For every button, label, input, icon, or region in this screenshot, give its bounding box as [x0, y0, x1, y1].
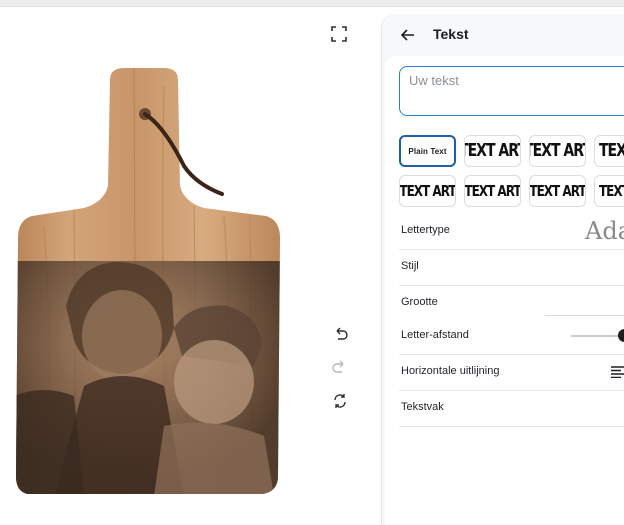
size-row[interactable]: Grootte — [399, 286, 624, 322]
redo-icon — [332, 360, 344, 373]
style-text-art-3[interactable]: TEXT — [594, 135, 624, 167]
style-text-art-1[interactable]: TEXT ART — [464, 135, 521, 167]
rotate-button[interactable] — [327, 388, 353, 414]
align-left-icon[interactable] — [611, 366, 624, 378]
letter-spacing-row: Letter-afstand — [399, 319, 624, 355]
style-text-art-7[interactable]: TEXT — [594, 175, 624, 207]
size-input-underline[interactable] — [545, 315, 624, 316]
font-label: Lettertype — [401, 224, 450, 236]
style-row-label: Stijl — [401, 260, 419, 272]
style-plain-text[interactable]: Plain Text — [399, 135, 456, 167]
style-text-art-2[interactable]: TEXT ART — [529, 135, 586, 167]
style-label: TEXT ART — [530, 141, 585, 161]
rotate-icon — [334, 394, 346, 408]
font-row[interactable]: Lettertype Ada — [399, 214, 624, 250]
panel-body: Plain Text TEXT ART TEXT ART TEXT TEXT A… — [385, 56, 624, 525]
letter-spacing-slider[interactable] — [571, 335, 624, 337]
style-text-art-6[interactable]: TEXT ART — [529, 175, 586, 207]
text-style-grid: Plain Text TEXT ART TEXT ART TEXT TEXT A… — [399, 135, 624, 209]
canvas-tools — [327, 322, 353, 422]
arrow-left-icon[interactable] — [400, 27, 416, 43]
horizontal-align-row: Horizontale uitlijning — [399, 355, 624, 391]
size-label: Grootte — [401, 296, 438, 308]
style-label: TEXT ART — [465, 141, 520, 161]
text-panel: Tekst Plain Text TEXT ART TEXT ART TEXT … — [381, 14, 624, 525]
style-label: TEXT ART — [464, 182, 521, 200]
undo-icon — [336, 327, 348, 340]
expand-icon[interactable] — [329, 24, 349, 44]
style-label: TEXT ART — [529, 182, 586, 200]
engraved-cutting-board — [16, 68, 280, 494]
style-text-art-4[interactable]: TEXT ART — [399, 175, 456, 207]
text-input[interactable] — [399, 66, 624, 116]
font-preview[interactable]: Ada — [585, 217, 624, 245]
top-bar — [0, 0, 624, 7]
style-label: TEXT — [599, 182, 624, 200]
style-label: Plain Text — [408, 146, 447, 156]
letter-spacing-slider-thumb[interactable] — [618, 329, 624, 342]
panel-header: Tekst — [382, 14, 624, 56]
redo-button[interactable] — [327, 355, 353, 381]
style-row[interactable]: Stijl — [399, 250, 624, 286]
product-canvas — [0, 8, 381, 525]
style-label: TEXT — [599, 141, 624, 161]
horizontal-align-label: Horizontale uitlijning — [401, 365, 500, 377]
panel-title: Tekst — [433, 26, 469, 42]
style-text-art-5[interactable]: TEXT ART — [464, 175, 521, 207]
undo-button[interactable] — [327, 322, 353, 348]
textbox-label: Tekstvak — [401, 401, 444, 413]
textbox-row[interactable]: Tekstvak — [399, 391, 624, 427]
letter-spacing-label: Letter-afstand — [401, 329, 469, 341]
style-label: TEXT ART — [399, 182, 456, 200]
